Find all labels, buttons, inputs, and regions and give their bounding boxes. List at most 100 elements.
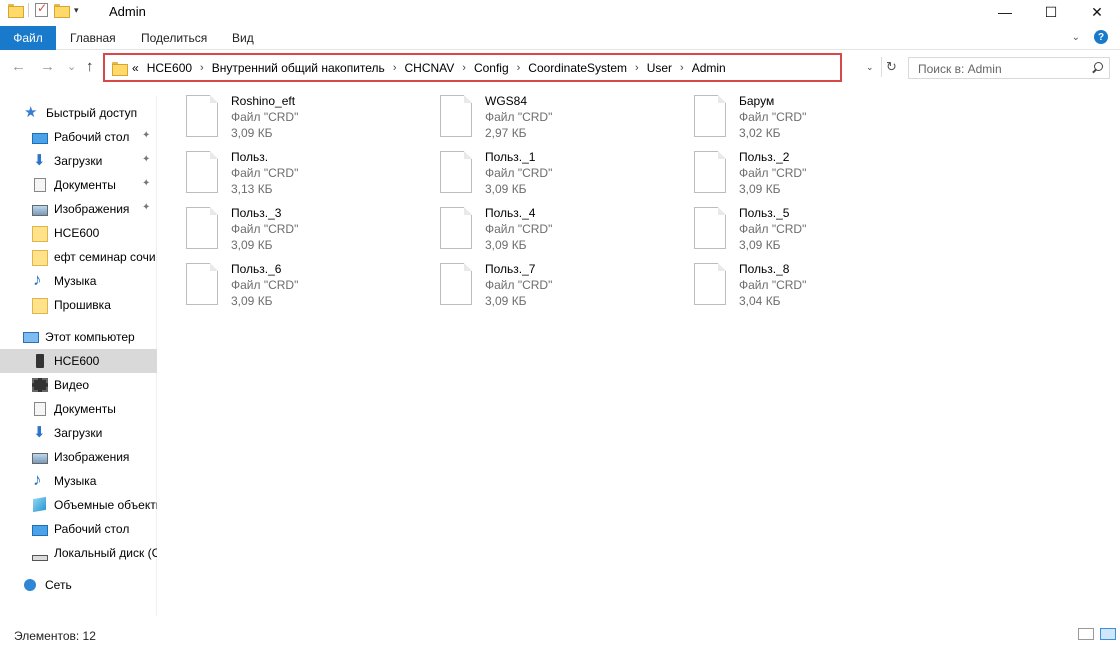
pin-icon[interactable]: ✦ (142, 202, 150, 213)
forward-button[interactable]: → (40, 58, 55, 75)
tab-home[interactable]: Главная (70, 31, 116, 45)
file-tile[interactable]: Польз._7 Файл "CRD" 3,09 КБ (414, 258, 654, 310)
expand-ribbon-icon[interactable]: ⌄ (1072, 32, 1080, 43)
file-size: 3,09 КБ (485, 182, 527, 196)
properties-icon[interactable] (35, 1, 48, 17)
file-size: 3,09 КБ (485, 294, 527, 308)
back-button[interactable]: ← (11, 58, 26, 75)
recent-locations-button[interactable]: ⌄ (67, 60, 76, 73)
chevron-right-icon[interactable]: › (635, 62, 639, 74)
file-icon (440, 207, 472, 249)
tab-view[interactable]: Вид (232, 31, 254, 45)
sidebar-item-pc-music[interactable]: Музыка (0, 469, 157, 493)
sidebar-item-desktop[interactable]: Рабочий стол ✦ (0, 125, 157, 149)
search-icon[interactable] (1091, 62, 1103, 74)
file-name: Польз._4 (485, 206, 536, 220)
customize-toolbar-icon[interactable]: ▾ (74, 5, 79, 16)
breadcrumb-overflow[interactable]: « (132, 61, 139, 75)
sidebar-item-label: HCE600 (54, 226, 100, 240)
sidebar-quick-access[interactable]: Быстрый доступ (0, 101, 157, 125)
file-tile[interactable]: Польз._8 Файл "CRD" 3,04 КБ (668, 258, 908, 310)
file-tile[interactable]: Польз._5 Файл "CRD" 3,09 КБ (668, 202, 908, 254)
sidebar-item-documents[interactable]: Документы ✦ (0, 173, 157, 197)
sidebar-this-pc[interactable]: Этот компьютер (0, 325, 157, 349)
sidebar-item-label: Прошивка (54, 298, 111, 312)
breadcrumb-admin[interactable]: Admin (692, 61, 726, 75)
sidebar-item-label: Рабочий стол (54, 522, 130, 536)
close-button[interactable]: ✕ (1074, 0, 1120, 24)
download-icon (32, 423, 48, 441)
address-history-dropdown[interactable]: ⌄ (866, 62, 874, 73)
folder-icon (32, 250, 48, 266)
breadcrumb-hce600[interactable]: HCE600 (147, 61, 192, 75)
refresh-button[interactable]: ↻ (881, 57, 901, 77)
file-type: Файл "CRD" (739, 222, 807, 236)
sidebar-item-downloads[interactable]: Загрузки ✦ (0, 149, 157, 173)
file-name: Roshino_eft (231, 94, 296, 108)
sidebar-item-label: ефт семинар сочи (54, 250, 156, 264)
tab-file[interactable]: Файл (0, 26, 56, 50)
chevron-right-icon[interactable]: › (393, 62, 397, 74)
navigation-pane: Быстрый доступ Рабочий стол ✦ Загрузки ✦… (0, 96, 157, 616)
sidebar-item-label: Локальный диск (C:) (54, 546, 157, 560)
file-tile[interactable]: Roshino_eft Файл "CRD" 3,09 КБ (160, 90, 400, 142)
file-tile[interactable]: Польз._3 Файл "CRD" 3,09 КБ (160, 202, 400, 254)
pin-icon[interactable]: ✦ (142, 154, 150, 165)
minimize-button[interactable]: — (982, 0, 1028, 24)
item-count: Элементов: 12 (14, 629, 96, 643)
pin-icon[interactable]: ✦ (142, 130, 150, 141)
ribbon-tabs: Файл Главная Поделиться Вид ⌄ ? (0, 26, 1120, 50)
file-type: Файл "CRD" (231, 222, 299, 236)
chevron-right-icon[interactable]: › (462, 62, 466, 74)
search-box[interactable]: Поиск в: Admin (908, 57, 1110, 79)
sidebar-item-3d-objects[interactable]: Объемные объекты (0, 493, 157, 517)
sidebar-item-hce600-folder[interactable]: HCE600 (0, 221, 157, 245)
tab-share[interactable]: Поделиться (141, 31, 207, 45)
sidebar-item-pc-pictures[interactable]: Изображения (0, 445, 157, 469)
pin-icon[interactable]: ✦ (142, 178, 150, 189)
file-tile[interactable]: Польз._1 Файл "CRD" 3,09 КБ (414, 146, 654, 198)
sidebar-item-video[interactable]: Видео (0, 373, 157, 397)
sidebar-item-pc-documents[interactable]: Документы (0, 397, 157, 421)
sidebar-item-hce600-device[interactable]: HCE600 (0, 349, 157, 373)
file-name: Польз._3 (231, 206, 282, 220)
details-view-icon[interactable] (1078, 628, 1094, 640)
sidebar-item-label: Изображения (54, 450, 130, 464)
file-tile[interactable]: Барум Файл "CRD" 3,02 КБ (668, 90, 908, 142)
help-icon[interactable]: ? (1094, 30, 1108, 44)
sidebar-item-local-disk[interactable]: Локальный диск (C:) (0, 541, 157, 565)
sidebar-item-label: Сеть (45, 578, 72, 592)
large-icons-view-icon[interactable] (1100, 628, 1116, 640)
file-name: Польз._8 (739, 262, 790, 276)
sidebar-item-firmware-folder[interactable]: Прошивка (0, 293, 157, 317)
file-tile[interactable]: Польз._6 Файл "CRD" 3,09 КБ (160, 258, 400, 310)
breadcrumb-config[interactable]: Config (474, 61, 509, 75)
sidebar-item-music[interactable]: Музыка (0, 269, 157, 293)
sidebar-item-pictures[interactable]: Изображения ✦ (0, 197, 157, 221)
maximize-button[interactable]: ☐ (1028, 0, 1074, 24)
sidebar-network[interactable]: Сеть (0, 573, 157, 597)
search-input[interactable]: Поиск в: Admin (918, 62, 1002, 76)
chevron-right-icon[interactable]: › (200, 62, 204, 74)
sidebar-item-label: Документы (54, 402, 116, 416)
file-type: Файл "CRD" (485, 278, 553, 292)
file-tile[interactable]: Польз._4 Файл "CRD" 3,09 КБ (414, 202, 654, 254)
address-bar[interactable]: « HCE600 › Внутренний общий накопитель ›… (103, 53, 842, 82)
sidebar-item-label: Загрузки (54, 426, 103, 440)
file-tile[interactable]: Польз._2 Файл "CRD" 3,09 КБ (668, 146, 908, 198)
file-icon (694, 263, 726, 305)
up-button[interactable]: ↑ (86, 58, 94, 75)
chevron-right-icon[interactable]: › (517, 62, 521, 74)
file-tile[interactable]: Польз. Файл "CRD" 3,13 КБ (160, 146, 400, 198)
breadcrumb-chcnav[interactable]: CHCNAV (404, 61, 454, 75)
breadcrumb-user[interactable]: User (647, 61, 672, 75)
window-title: Admin (109, 4, 146, 19)
sidebar-item-pc-downloads[interactable]: Загрузки (0, 421, 157, 445)
breadcrumb-internal-storage[interactable]: Внутренний общий накопитель (212, 61, 385, 75)
chevron-right-icon[interactable]: › (680, 62, 684, 74)
new-folder-icon[interactable] (54, 4, 70, 18)
breadcrumb-coordinatesystem[interactable]: CoordinateSystem (528, 61, 627, 75)
file-tile[interactable]: WGS84 Файл "CRD" 2,97 КБ (414, 90, 654, 142)
sidebar-item-pc-desktop[interactable]: Рабочий стол (0, 517, 157, 541)
sidebar-item-seminar-folder[interactable]: ефт семинар сочи (0, 245, 157, 269)
